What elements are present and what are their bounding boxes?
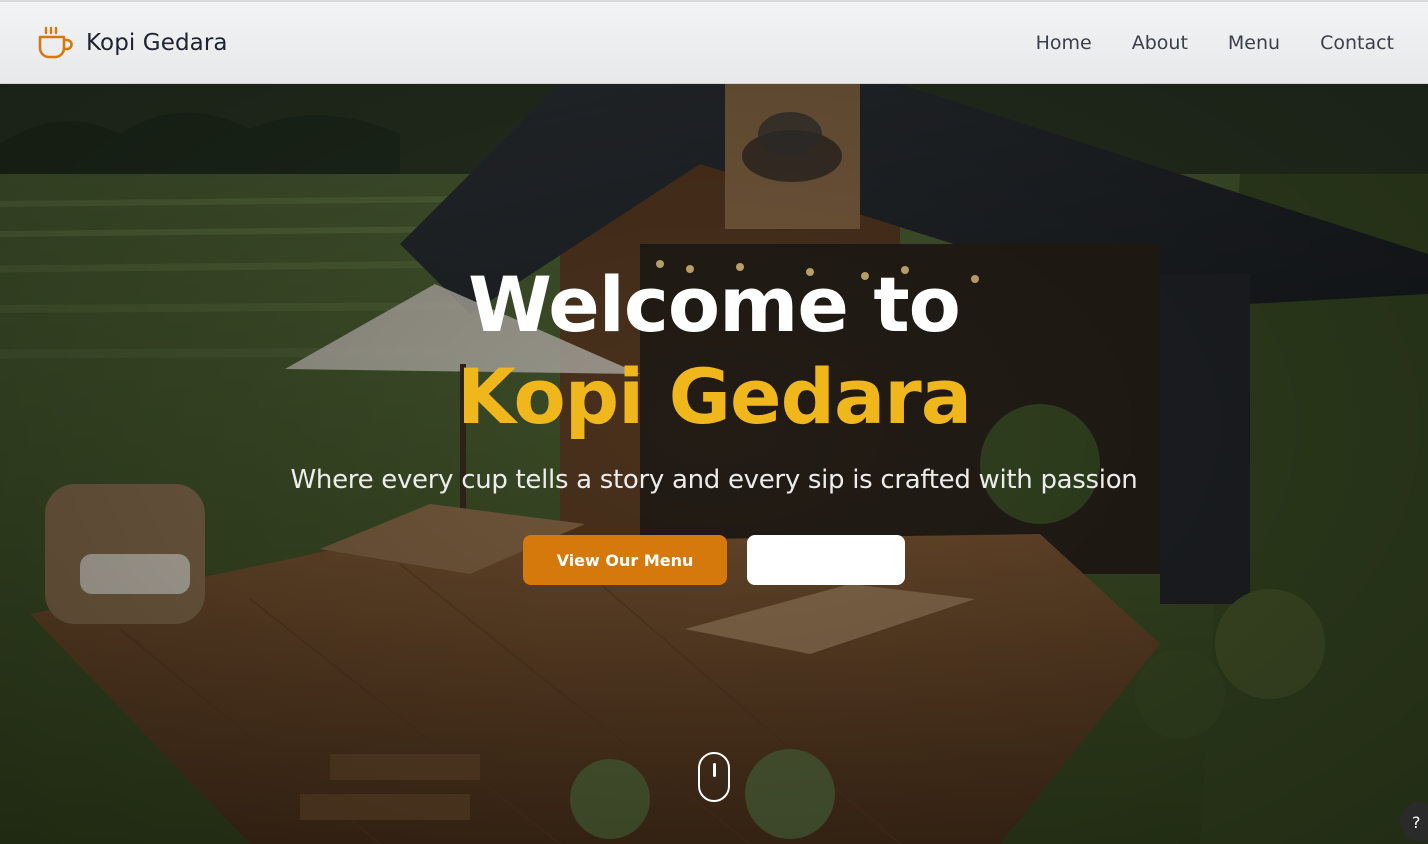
secondary-button[interactable] <box>747 535 905 585</box>
hero-title: Welcome to Kopi Gedara <box>0 259 1428 443</box>
nav-link-contact[interactable]: Contact <box>1320 32 1394 54</box>
nav-link-home[interactable]: Home <box>1036 32 1092 54</box>
hero-section: Welcome to Kopi Gedara Where every cup t… <box>0 84 1428 844</box>
main-nav: Home About Menu Contact <box>1036 32 1394 54</box>
hero-subtitle: Where every cup tells a story and every … <box>290 465 1138 495</box>
mouse-scroll-icon[interactable] <box>698 752 730 802</box>
view-menu-button[interactable]: View Our Menu <box>523 535 727 585</box>
navbar: Kopi Gedara Home About Menu Contact <box>0 0 1428 84</box>
nav-link-menu[interactable]: Menu <box>1228 32 1280 54</box>
brand[interactable]: Kopi Gedara <box>36 24 228 62</box>
hero-title-line1: Welcome to <box>468 260 961 349</box>
hero-content: Welcome to Kopi Gedara Where every cup t… <box>0 259 1428 585</box>
coffee-cup-icon <box>36 24 74 62</box>
nav-link-about[interactable]: About <box>1132 32 1188 54</box>
hero-actions: View Our Menu <box>0 535 1428 585</box>
hero-title-brand: Kopi Gedara <box>456 352 972 441</box>
brand-name: Kopi Gedara <box>86 29 228 56</box>
scroll-wheel-dot <box>713 763 716 777</box>
